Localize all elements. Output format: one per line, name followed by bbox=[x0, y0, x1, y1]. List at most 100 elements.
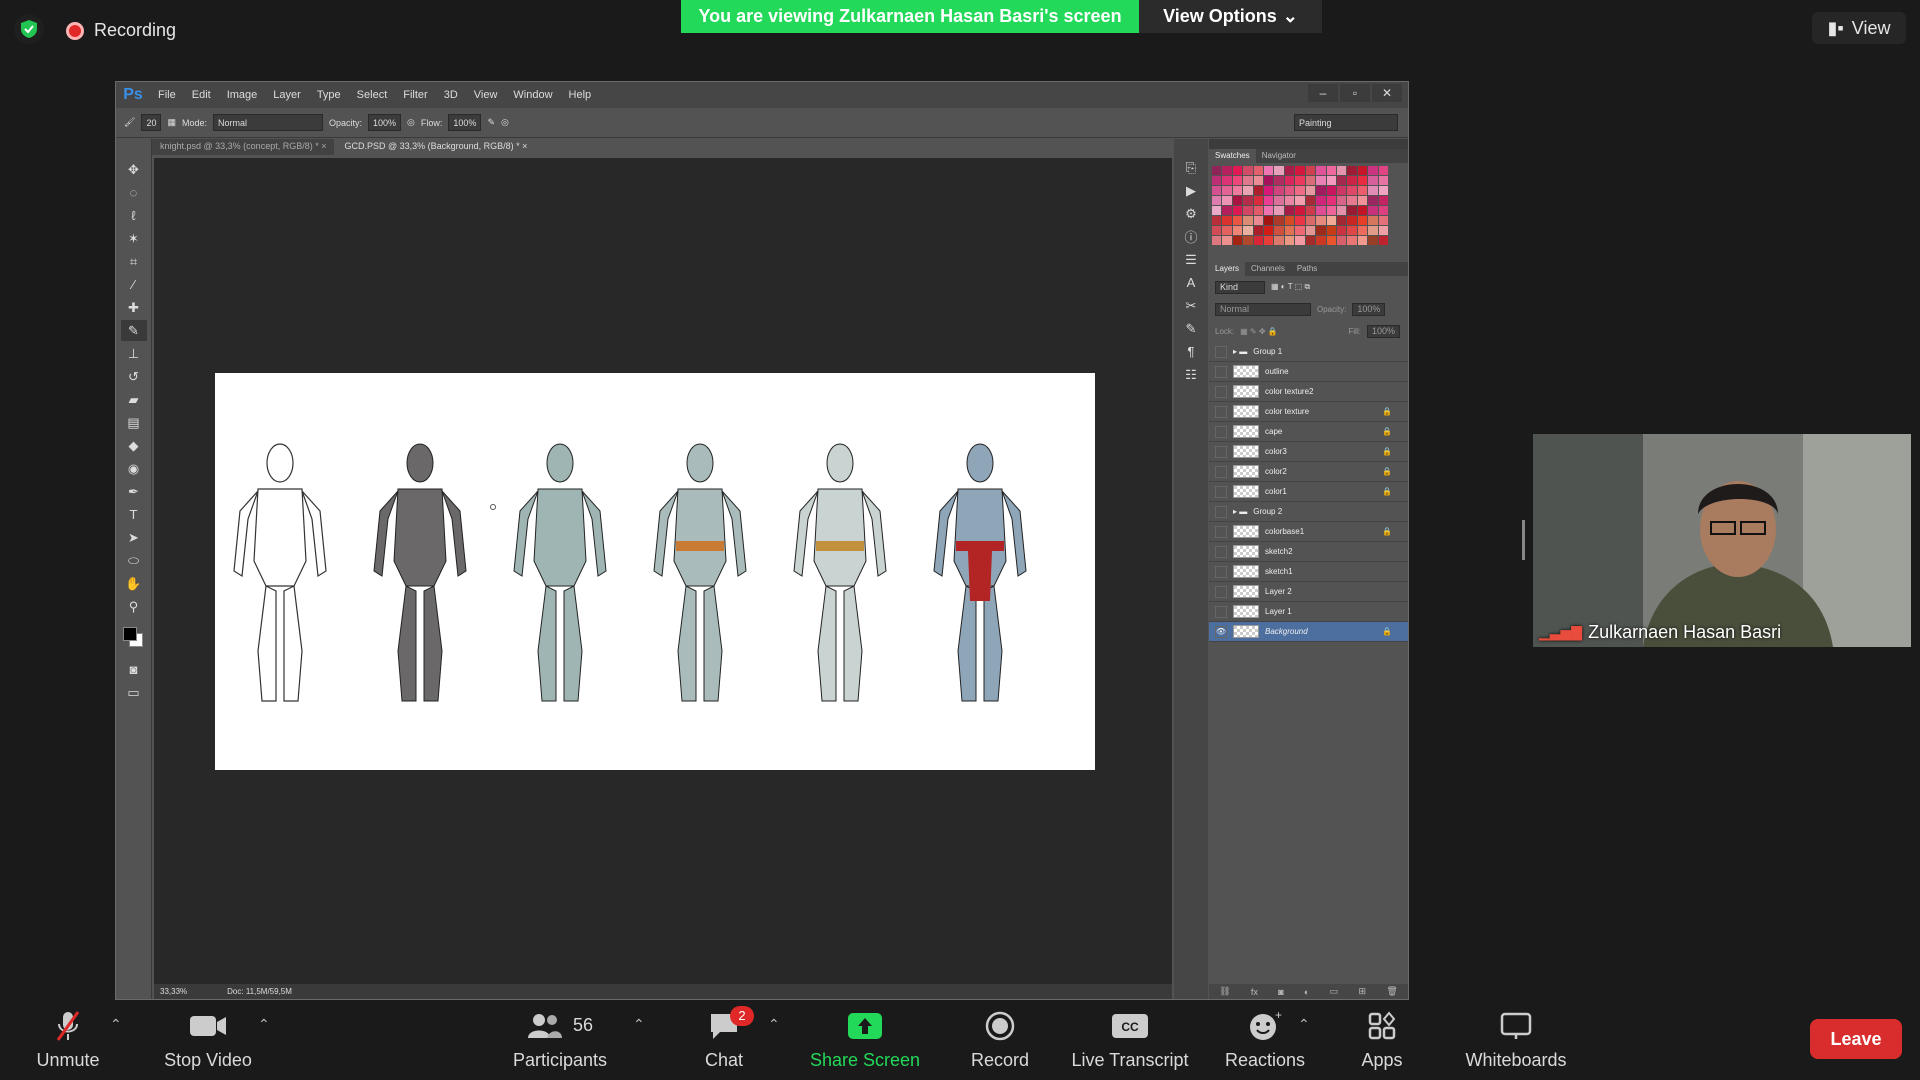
swatch[interactable] bbox=[1368, 236, 1378, 245]
visibility-eye-icon[interactable] bbox=[1215, 465, 1227, 478]
swatch[interactable] bbox=[1368, 186, 1378, 195]
layer-row[interactable]: color3 🔒 bbox=[1209, 442, 1408, 462]
visibility-eye-icon[interactable] bbox=[1215, 445, 1227, 458]
swatch[interactable] bbox=[1305, 186, 1316, 195]
swatch[interactable] bbox=[1253, 216, 1264, 225]
menu-type[interactable]: Type bbox=[317, 89, 341, 101]
mode-select[interactable]: Normal bbox=[212, 114, 323, 131]
swatch[interactable] bbox=[1336, 186, 1347, 195]
swatch[interactable] bbox=[1305, 216, 1316, 225]
swatch[interactable] bbox=[1295, 176, 1305, 185]
swatch[interactable] bbox=[1222, 206, 1232, 215]
swatch[interactable] bbox=[1316, 196, 1326, 205]
folder-icon[interactable]: ▸ ▬ bbox=[1233, 507, 1247, 516]
swatch[interactable] bbox=[1295, 206, 1305, 215]
swatch[interactable] bbox=[1253, 236, 1264, 245]
tab-channels[interactable]: Channels bbox=[1245, 262, 1291, 276]
swatch[interactable] bbox=[1368, 216, 1378, 225]
swatch[interactable] bbox=[1222, 226, 1232, 235]
view-options-button[interactable]: View Options ⌄ bbox=[1139, 0, 1322, 33]
swatch[interactable] bbox=[1357, 226, 1368, 235]
video-options-chevron-icon[interactable]: ⌃ bbox=[258, 1016, 270, 1033]
swatch[interactable] bbox=[1253, 226, 1264, 235]
reactions-chevron-icon[interactable]: ⌃ bbox=[1298, 1016, 1310, 1033]
visibility-eye-icon[interactable] bbox=[1215, 505, 1227, 518]
swatch[interactable] bbox=[1253, 176, 1264, 185]
swatch[interactable] bbox=[1284, 216, 1295, 225]
swatch[interactable] bbox=[1264, 186, 1274, 195]
swatch[interactable] bbox=[1284, 196, 1295, 205]
swatches-grid[interactable] bbox=[1209, 163, 1391, 248]
swatch[interactable] bbox=[1232, 236, 1243, 245]
tab-swatches[interactable]: Swatches bbox=[1209, 149, 1256, 163]
fill-field[interactable]: 100% bbox=[1366, 324, 1400, 338]
record-button[interactable]: Record bbox=[955, 1000, 1045, 1080]
document-tab[interactable]: GCD.PSD @ 33,3% (Background, RGB/8) * × bbox=[336, 139, 536, 155]
history-brush-tool-icon[interactable]: ↺ bbox=[121, 366, 147, 387]
swatch[interactable] bbox=[1264, 216, 1274, 225]
presenter-video[interactable]: ▁▃▅▇ Zulkarnaen Hasan Basri bbox=[1533, 434, 1911, 647]
new-layer-icon[interactable]: ⊞ bbox=[1358, 986, 1366, 997]
visibility-eye-icon[interactable] bbox=[1215, 565, 1227, 578]
swatch[interactable] bbox=[1378, 236, 1388, 245]
character-panel-icon[interactable]: A bbox=[1178, 272, 1204, 293]
path-select-tool-icon[interactable]: ➤ bbox=[121, 527, 147, 548]
link-icon[interactable]: ⛓ bbox=[1219, 986, 1230, 997]
lock-icons[interactable]: ▦ ✎ ✥ 🔒 bbox=[1240, 327, 1278, 336]
document-tab[interactable]: knight.psd @ 33,3% (concept, RGB/8) * × bbox=[152, 139, 335, 155]
blend-mode-select[interactable]: Normal bbox=[1215, 302, 1311, 316]
layer-row[interactable]: Layer 2 bbox=[1209, 582, 1408, 602]
swatch[interactable] bbox=[1378, 166, 1388, 175]
swatch[interactable] bbox=[1274, 216, 1284, 225]
brush-tool-icon[interactable]: 🖌 bbox=[124, 117, 135, 128]
recording-indicator[interactable]: Recording bbox=[66, 20, 176, 41]
chat-button[interactable]: 2 Chat bbox=[694, 1000, 754, 1080]
tools-icon[interactable]: ✂ bbox=[1178, 295, 1204, 316]
brush-tool-icon[interactable]: ✎ bbox=[120, 320, 147, 341]
swatch[interactable] bbox=[1357, 216, 1368, 225]
swatch[interactable] bbox=[1212, 196, 1222, 205]
swatch[interactable] bbox=[1357, 206, 1368, 215]
magic-wand-tool-icon[interactable]: ✶ bbox=[121, 228, 147, 249]
live-transcript-button[interactable]: CC Live Transcript bbox=[1065, 1000, 1195, 1080]
swatch[interactable] bbox=[1243, 186, 1253, 195]
menu-3d[interactable]: 3D bbox=[444, 89, 458, 101]
swatch[interactable] bbox=[1368, 206, 1378, 215]
actions-panel-icon[interactable]: ▶ bbox=[1178, 180, 1204, 201]
visibility-eye-icon[interactable] bbox=[1215, 385, 1227, 398]
swatch[interactable] bbox=[1243, 206, 1253, 215]
swatch[interactable] bbox=[1212, 186, 1222, 195]
swatch[interactable] bbox=[1378, 176, 1388, 185]
swatch[interactable] bbox=[1243, 216, 1253, 225]
swatch[interactable] bbox=[1368, 226, 1378, 235]
swatch[interactable] bbox=[1326, 196, 1336, 205]
info-panel-icon[interactable]: ⓘ bbox=[1178, 226, 1204, 247]
swatch[interactable] bbox=[1264, 206, 1274, 215]
swatch[interactable] bbox=[1274, 196, 1284, 205]
eraser-tool-icon[interactable]: ▰ bbox=[121, 389, 147, 410]
view-layout-button[interactable]: ▮▪ View bbox=[1812, 12, 1906, 44]
swatch[interactable] bbox=[1378, 216, 1388, 225]
trash-icon[interactable]: 🗑 bbox=[1386, 986, 1397, 997]
swatch[interactable] bbox=[1295, 216, 1305, 225]
filter-icons[interactable]: ▦ ◐ T ⬚ ⧉ bbox=[1271, 282, 1310, 292]
zoom-level[interactable]: 33,33% bbox=[160, 987, 187, 996]
swatch[interactable] bbox=[1336, 196, 1347, 205]
swatch[interactable] bbox=[1305, 226, 1316, 235]
menu-select[interactable]: Select bbox=[357, 89, 388, 101]
swatch[interactable] bbox=[1326, 176, 1336, 185]
visibility-eye-icon[interactable] bbox=[1215, 405, 1227, 418]
swatch[interactable] bbox=[1284, 206, 1295, 215]
document-canvas[interactable] bbox=[215, 373, 1095, 770]
swatch[interactable] bbox=[1274, 226, 1284, 235]
visibility-eye-icon[interactable] bbox=[1215, 585, 1227, 598]
swatch[interactable] bbox=[1378, 206, 1388, 215]
visibility-eye-icon[interactable]: 👁 bbox=[1215, 625, 1227, 638]
menu-edit[interactable]: Edit bbox=[192, 89, 211, 101]
swatch[interactable] bbox=[1336, 206, 1347, 215]
participants-button[interactable]: 56 Participants bbox=[505, 1000, 615, 1080]
opacity-field[interactable]: 100% bbox=[368, 114, 402, 131]
video-resize-handle[interactable] bbox=[1522, 520, 1525, 560]
swatch[interactable] bbox=[1243, 166, 1253, 175]
close-icon[interactable]: ✕ bbox=[1372, 84, 1402, 102]
